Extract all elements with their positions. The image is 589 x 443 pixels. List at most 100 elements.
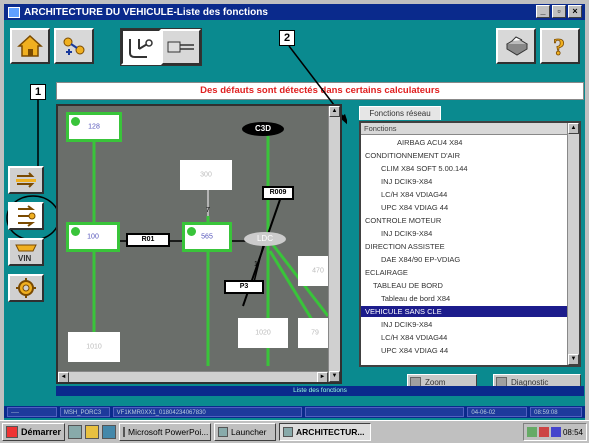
vin-icon: VIN	[15, 244, 37, 263]
tag-r009[interactable]: R009	[262, 186, 294, 200]
tree-item[interactable]: INJ DCIK9-X84	[361, 319, 567, 330]
bus-c3d[interactable]: C3D	[242, 122, 284, 136]
connector-view-button[interactable]	[161, 29, 201, 65]
svg-text:VIN: VIN	[18, 254, 32, 263]
tree-header: Fonctions	[361, 123, 567, 135]
tray-icon[interactable]	[550, 427, 561, 437]
scroll-right-arrow[interactable]: ►	[317, 372, 328, 382]
system-tray: 08:54	[522, 423, 587, 441]
node-1010[interactable]: 1010	[68, 332, 120, 362]
tree-item[interactable]: UPC X84 VDIAG 44	[361, 345, 567, 356]
start-button[interactable]: Démarrer	[2, 423, 66, 441]
clock: 08:54	[562, 427, 583, 437]
status-cell: VF1KMR0XX1_01804234067830	[112, 407, 302, 417]
tree-item[interactable]: LC/H X84 VDIAG44	[361, 189, 567, 200]
tag-p3[interactable]: P3	[224, 280, 264, 294]
node-128[interactable]: 128	[66, 112, 122, 142]
status-cell: MSH_PORC3	[59, 407, 110, 417]
tree-item[interactable]: INJ DCIK9-X84	[361, 228, 567, 239]
function-tree[interactable]: Fonctions AIRBAG ACU4 X84 CONDITIONNEMENT…	[359, 121, 581, 367]
printer-icon	[506, 36, 528, 56]
node-565[interactable]: 565	[182, 222, 232, 252]
tray-icon[interactable]	[526, 427, 537, 437]
taskbar-task[interactable]: Launcher	[214, 423, 277, 441]
tree-item[interactable]: LC/H X84 VDIAG44	[361, 332, 567, 343]
diagram-vertical-scrollbar[interactable]: ▲ ▼	[328, 106, 340, 382]
function-icon	[18, 205, 36, 227]
bus-ldc[interactable]: LDC	[244, 232, 286, 246]
scroll-down-arrow[interactable]: ▼	[568, 354, 579, 365]
tree-item[interactable]: CLIM X84 SOFT 5.00.144	[361, 163, 567, 174]
app-icon	[8, 6, 20, 18]
diagram-horizontal-scrollbar[interactable]: ◄ ►	[58, 371, 328, 382]
tag-r01[interactable]: R01	[126, 233, 170, 247]
swap-tool-button[interactable]	[8, 166, 44, 194]
network-diagram[interactable]: 7 1 128 100 565 300 470 1010 1020 79 C3D…	[56, 104, 342, 384]
tree-item[interactable]: TABLEAU DE BORD	[361, 280, 567, 291]
callout-1: 1	[30, 84, 46, 100]
tree-item[interactable]: Tableau de bord X84	[361, 293, 567, 304]
status-line: Liste des fonctions	[56, 386, 584, 396]
tree-item[interactable]: DIRECTION ASSISTEE	[361, 241, 567, 252]
home-icon	[17, 34, 43, 57]
tree-item[interactable]: CONTROLE MOTEUR	[361, 215, 567, 226]
print-button[interactable]	[496, 28, 536, 64]
status-cell: 04-06-02	[467, 407, 528, 417]
svg-text:7: 7	[206, 207, 210, 214]
scroll-left-arrow[interactable]: ◄	[58, 372, 69, 382]
help-button[interactable]: ?	[540, 28, 580, 64]
mail-icon[interactable]	[102, 425, 117, 439]
tab-fonctions-reseau[interactable]: Fonctions réseau	[359, 106, 441, 120]
callout-2: 2	[279, 30, 295, 46]
status-bar: ---- MSH_PORC3 VF1KMR0XX1_01804234067830…	[4, 406, 585, 418]
taskbar: Démarrer Microsoft PowerPoi... Launcher AR…	[0, 420, 589, 443]
svg-text:?: ?	[553, 35, 565, 59]
tree-item[interactable]: DAE X84/90 EP-VDIAG	[361, 254, 567, 265]
scroll-up-arrow[interactable]: ▲	[329, 106, 340, 117]
status-cell	[304, 407, 465, 417]
scroll-down-arrow[interactable]: ▼	[329, 371, 340, 382]
task-icon	[123, 427, 126, 437]
minimize-button[interactable]: _	[536, 5, 550, 18]
node-300[interactable]: 300	[180, 160, 232, 190]
functions-panel: Fonctions réseau Fonctions AIRBAG ACU4 X…	[347, 104, 583, 390]
browser-icon[interactable]	[85, 425, 100, 439]
network-icon	[63, 37, 85, 55]
tray-icon[interactable]	[538, 427, 549, 437]
task-label: Launcher	[231, 427, 267, 437]
node-79[interactable]: 79	[298, 318, 332, 348]
desktop-icon[interactable]	[68, 425, 83, 439]
taskbar-task[interactable]: ARCHITECTUR...	[279, 423, 372, 441]
vin-button[interactable]: VIN	[8, 238, 44, 266]
window-titlebar: ARCHITECTURE DU VEHICULE-Liste des fonct…	[4, 4, 585, 20]
swap-icon	[16, 172, 36, 188]
scroll-up-arrow[interactable]: ▲	[568, 123, 579, 134]
tree-item[interactable]: INJ DCIK9-X84	[361, 176, 567, 187]
window-title: ARCHITECTURE DU VEHICULE-Liste des fonct…	[24, 6, 268, 18]
tree-item[interactable]: VEHICULE SANS CLE	[361, 306, 567, 317]
taskbar-task[interactable]: Microsoft PowerPoi...	[119, 423, 212, 441]
network-tool-button[interactable]	[54, 28, 94, 64]
tree-item[interactable]: UPC X84 VDIAG 44	[361, 202, 567, 213]
tree-item[interactable]: CONDITIONNEMENT D'AIR	[361, 150, 567, 161]
help-icon: ?	[553, 35, 566, 59]
function-tool-button[interactable]	[8, 202, 44, 230]
node-100[interactable]: 100	[66, 222, 120, 252]
task-label: Microsoft PowerPoi...	[128, 427, 209, 437]
maximize-button[interactable]: ▫	[552, 5, 566, 18]
tree-item[interactable]: ECLAIRAGE	[361, 267, 567, 278]
status-cell: ----	[7, 407, 57, 417]
tree-scrollbar[interactable]: ▲ ▼	[567, 123, 579, 365]
view-mode-group	[120, 28, 202, 66]
wiring-view-button[interactable]	[121, 29, 161, 65]
task-icon	[283, 427, 294, 437]
wiring-icon	[129, 39, 153, 58]
alert-banner: Des défauts sont détectés dans certains …	[56, 82, 584, 100]
parts-tool-button[interactable]	[8, 274, 44, 302]
gear-icon	[16, 278, 36, 298]
node-1020[interactable]: 1020	[238, 318, 288, 348]
task-icon	[218, 427, 229, 437]
home-button[interactable]	[10, 28, 50, 64]
tree-item[interactable]: AIRBAG ACU4 X84	[361, 137, 567, 148]
close-button[interactable]: ×	[568, 5, 582, 18]
